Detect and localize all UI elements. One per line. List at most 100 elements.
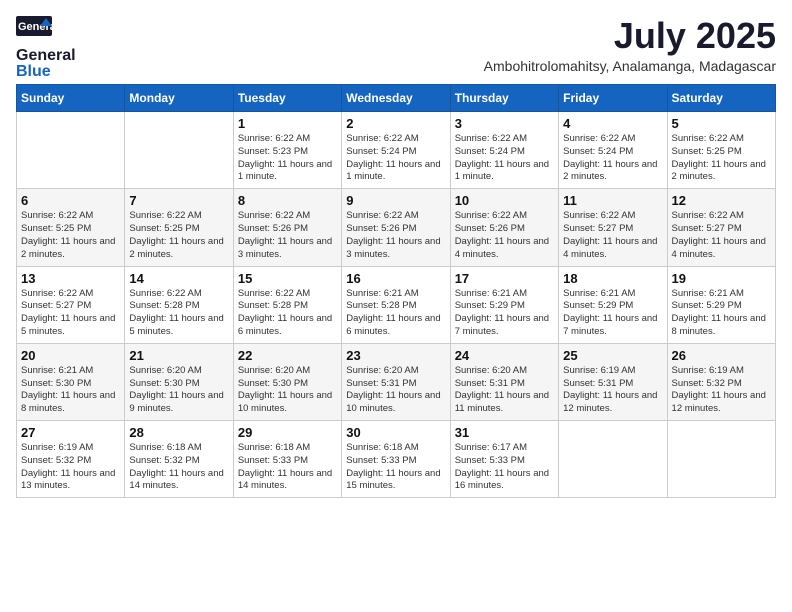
day-number: 17 [455, 271, 554, 286]
calendar-cell: 23 Sunrise: 6:20 AM Sunset: 5:31 PM Dayli… [342, 343, 450, 420]
calendar-cell: 15 Sunrise: 6:22 AM Sunset: 5:28 PM Dayli… [233, 266, 341, 343]
day-info: Sunrise: 6:20 AM Sunset: 5:31 PM Dayligh… [455, 365, 554, 416]
day-info: Sunrise: 6:18 AM Sunset: 5:33 PM Dayligh… [346, 442, 445, 493]
calendar-cell: 18 Sunrise: 6:21 AM Sunset: 5:29 PM Dayli… [559, 266, 667, 343]
calendar-cell: 29 Sunrise: 6:18 AM Sunset: 5:33 PM Dayli… [233, 421, 341, 498]
page-header: General General Blue July 2025 Ambohitro… [16, 16, 776, 80]
day-number: 12 [672, 193, 771, 208]
day-number: 20 [21, 348, 120, 363]
calendar-cell: 25 Sunrise: 6:19 AM Sunset: 5:31 PM Dayli… [559, 343, 667, 420]
day-number: 4 [563, 116, 662, 131]
day-number: 23 [346, 348, 445, 363]
calendar-cell: 6 Sunrise: 6:22 AM Sunset: 5:25 PM Daylig… [17, 189, 125, 266]
calendar-cell: 4 Sunrise: 6:22 AM Sunset: 5:24 PM Daylig… [559, 112, 667, 189]
day-number: 1 [238, 116, 337, 131]
day-info: Sunrise: 6:22 AM Sunset: 5:25 PM Dayligh… [672, 133, 771, 184]
calendar-cell: 5 Sunrise: 6:22 AM Sunset: 5:25 PM Daylig… [667, 112, 775, 189]
day-number: 9 [346, 193, 445, 208]
calendar-week-5: 27 Sunrise: 6:19 AM Sunset: 5:32 PM Dayli… [17, 421, 776, 498]
calendar-cell: 10Sunrise: 6:22 AM Sunset: 5:26 PM Dayli… [450, 189, 558, 266]
day-number: 27 [21, 425, 120, 440]
logo: General General Blue [16, 16, 76, 80]
day-info: Sunrise: 6:22 AM Sunset: 5:25 PM Dayligh… [129, 210, 228, 261]
location-subtitle: Ambohitrolomahitsy, Analamanga, Madagasc… [484, 58, 776, 74]
calendar-cell [667, 421, 775, 498]
day-info: Sunrise: 6:21 AM Sunset: 5:29 PM Dayligh… [563, 288, 662, 339]
calendar-week-2: 6 Sunrise: 6:22 AM Sunset: 5:25 PM Daylig… [17, 189, 776, 266]
day-number: 16 [346, 271, 445, 286]
day-number: 26 [672, 348, 771, 363]
day-number: 25 [563, 348, 662, 363]
col-header-wednesday: Wednesday [342, 85, 450, 112]
day-info: Sunrise: 6:22 AM Sunset: 5:24 PM Dayligh… [563, 133, 662, 184]
calendar-header-row: SundayMondayTuesdayWednesdayThursdayFrid… [17, 85, 776, 112]
day-number: 15 [238, 271, 337, 286]
day-info: Sunrise: 6:22 AM Sunset: 5:25 PM Dayligh… [21, 210, 120, 261]
day-info: Sunrise: 6:22 AM Sunset: 5:27 PM Dayligh… [21, 288, 120, 339]
day-number: 22 [238, 348, 337, 363]
calendar-cell: 31 Sunrise: 6:17 AM Sunset: 5:33 PM Dayli… [450, 421, 558, 498]
calendar-cell: 16Sunrise: 6:21 AM Sunset: 5:28 PM Dayli… [342, 266, 450, 343]
calendar-cell: 12Sunrise: 6:22 AM Sunset: 5:27 PM Dayli… [667, 189, 775, 266]
day-number: 24 [455, 348, 554, 363]
day-number: 11 [563, 193, 662, 208]
calendar-cell: 22 Sunrise: 6:20 AM Sunset: 5:30 PM Dayli… [233, 343, 341, 420]
col-header-friday: Friday [559, 85, 667, 112]
day-info: Sunrise: 6:19 AM Sunset: 5:32 PM Dayligh… [672, 365, 771, 416]
calendar-cell [125, 112, 233, 189]
day-number: 8 [238, 193, 337, 208]
day-info: Sunrise: 6:21 AM Sunset: 5:29 PM Dayligh… [455, 288, 554, 339]
day-info: Sunrise: 6:19 AM Sunset: 5:32 PM Dayligh… [21, 442, 120, 493]
day-number: 31 [455, 425, 554, 440]
day-info: Sunrise: 6:21 AM Sunset: 5:29 PM Dayligh… [672, 288, 771, 339]
logo-icon: General [16, 16, 52, 46]
day-number: 2 [346, 116, 445, 131]
col-header-tuesday: Tuesday [233, 85, 341, 112]
day-number: 29 [238, 425, 337, 440]
calendar-cell: 30 Sunrise: 6:18 AM Sunset: 5:33 PM Dayli… [342, 421, 450, 498]
day-number: 14 [129, 271, 228, 286]
day-info: Sunrise: 6:22 AM Sunset: 5:26 PM Dayligh… [238, 210, 337, 261]
day-number: 13 [21, 271, 120, 286]
calendar-cell [17, 112, 125, 189]
day-info: Sunrise: 6:21 AM Sunset: 5:30 PM Dayligh… [21, 365, 120, 416]
col-header-monday: Monday [125, 85, 233, 112]
calendar-cell: 13 Sunrise: 6:22 AM Sunset: 5:27 PM Dayli… [17, 266, 125, 343]
calendar-body: 1Sunrise: 6:22 AM Sunset: 5:23 PM Daylig… [17, 112, 776, 498]
col-header-sunday: Sunday [17, 85, 125, 112]
month-title: July 2025 [484, 16, 776, 56]
calendar-cell: 1Sunrise: 6:22 AM Sunset: 5:23 PM Daylig… [233, 112, 341, 189]
logo-general: General [16, 48, 76, 64]
day-number: 28 [129, 425, 228, 440]
day-number: 6 [21, 193, 120, 208]
calendar-cell: 14 Sunrise: 6:22 AM Sunset: 5:28 PM Dayli… [125, 266, 233, 343]
day-info: Sunrise: 6:18 AM Sunset: 5:33 PM Dayligh… [238, 442, 337, 493]
day-info: Sunrise: 6:18 AM Sunset: 5:32 PM Dayligh… [129, 442, 228, 493]
day-info: Sunrise: 6:22 AM Sunset: 5:26 PM Dayligh… [455, 210, 554, 261]
calendar-table: SundayMondayTuesdayWednesdayThursdayFrid… [16, 84, 776, 498]
calendar-cell: 9 Sunrise: 6:22 AM Sunset: 5:26 PM Daylig… [342, 189, 450, 266]
calendar-cell: 20 Sunrise: 6:21 AM Sunset: 5:30 PM Dayli… [17, 343, 125, 420]
calendar-cell: 3Sunrise: 6:22 AM Sunset: 5:24 PM Daylig… [450, 112, 558, 189]
day-info: Sunrise: 6:20 AM Sunset: 5:30 PM Dayligh… [238, 365, 337, 416]
calendar-cell: 7Sunrise: 6:22 AM Sunset: 5:25 PM Daylig… [125, 189, 233, 266]
day-number: 5 [672, 116, 771, 131]
calendar-cell: 19 Sunrise: 6:21 AM Sunset: 5:29 PM Dayli… [667, 266, 775, 343]
day-info: Sunrise: 6:22 AM Sunset: 5:24 PM Dayligh… [455, 133, 554, 184]
day-info: Sunrise: 6:20 AM Sunset: 5:31 PM Dayligh… [346, 365, 445, 416]
calendar-cell: 11Sunrise: 6:22 AM Sunset: 5:27 PM Dayli… [559, 189, 667, 266]
day-info: Sunrise: 6:22 AM Sunset: 5:28 PM Dayligh… [129, 288, 228, 339]
calendar-cell: 28 Sunrise: 6:18 AM Sunset: 5:32 PM Dayli… [125, 421, 233, 498]
day-info: Sunrise: 6:22 AM Sunset: 5:26 PM Dayligh… [346, 210, 445, 261]
calendar-cell: 2Sunrise: 6:22 AM Sunset: 5:24 PM Daylig… [342, 112, 450, 189]
day-info: Sunrise: 6:22 AM Sunset: 5:28 PM Dayligh… [238, 288, 337, 339]
day-number: 18 [563, 271, 662, 286]
calendar-cell [559, 421, 667, 498]
day-info: Sunrise: 6:17 AM Sunset: 5:33 PM Dayligh… [455, 442, 554, 493]
day-info: Sunrise: 6:19 AM Sunset: 5:31 PM Dayligh… [563, 365, 662, 416]
day-number: 19 [672, 271, 771, 286]
day-info: Sunrise: 6:20 AM Sunset: 5:30 PM Dayligh… [129, 365, 228, 416]
calendar-cell: 27 Sunrise: 6:19 AM Sunset: 5:32 PM Dayli… [17, 421, 125, 498]
day-number: 21 [129, 348, 228, 363]
day-number: 30 [346, 425, 445, 440]
